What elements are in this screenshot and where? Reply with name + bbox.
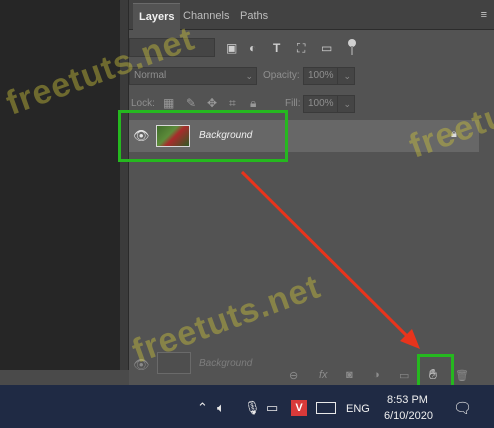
volume-icon[interactable]: 🔈︎ bbox=[217, 400, 225, 416]
photoshop-screen: Layers Channels Paths ≡ ▣ ◐ T ⛶ ▭ Normal… bbox=[0, 0, 494, 428]
microphone-icon[interactable]: 🎙︎ bbox=[244, 400, 261, 416]
show-hidden-icons-icon[interactable]: ⌃ bbox=[197, 400, 208, 416]
language-indicator[interactable]: ENG bbox=[346, 403, 370, 415]
clock-date[interactable]: 6/10/2020 bbox=[384, 410, 433, 422]
instruction-arrow bbox=[240, 170, 420, 349]
notification-icon[interactable]: 🗨︎ bbox=[453, 399, 472, 417]
clock-time[interactable]: 8:53 PM bbox=[387, 394, 428, 406]
vietkey-icon[interactable]: V bbox=[291, 400, 307, 416]
keyboard-icon[interactable] bbox=[316, 402, 336, 414]
display-icon[interactable]: ▭ bbox=[266, 400, 278, 416]
